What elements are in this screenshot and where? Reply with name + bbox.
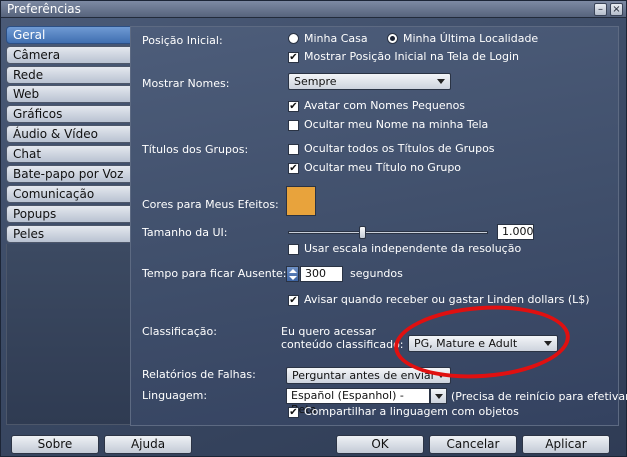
chevron-down-icon <box>437 79 445 84</box>
compartilhar-linguagem-checkbox[interactable]: ✔ <box>288 407 299 418</box>
ocultar-todos-titulos-checkbox[interactable] <box>288 144 299 155</box>
radio-ultima-localidade[interactable] <box>387 33 398 44</box>
avisar-linden-label: Avisar quando receber ou gastar Linden d… <box>304 293 590 306</box>
classificacao-text-1: Eu quero acessar <box>281 325 376 338</box>
preferences-window: Preferências – × Geral Câmera Rede Web G… <box>0 0 627 457</box>
ui-size-slider-handle[interactable] <box>359 226 366 239</box>
tempo-ausente-unit: segundos <box>350 267 403 280</box>
classificacao-label: Classificação: <box>142 325 217 338</box>
avisar-linden-checkbox[interactable]: ✔ <box>288 295 299 306</box>
mostrar-posicao-checkbox[interactable]: ✔ <box>288 52 299 63</box>
title-bar[interactable]: Preferências – × <box>1 1 626 18</box>
tab-comunicacao[interactable]: Comunicação <box>6 185 131 203</box>
tab-graficos[interactable]: Gráficos <box>6 105 131 123</box>
tab-audio-video[interactable]: Áudio & Vídeo <box>6 125 131 143</box>
window-title: Preferências <box>7 2 81 16</box>
titulos-grupos-label: Títulos dos Grupos: <box>142 143 249 156</box>
ocultar-todos-titulos-label: Ocultar todos os Títulos de Grupos <box>304 142 495 155</box>
linguagem-note: (Precisa de reinício para efetivar) <box>451 390 627 403</box>
compartilhar-linguagem-label: Compartilhar a linguagem com objetos <box>304 405 519 418</box>
ajuda-button[interactable]: Ajuda <box>104 435 192 454</box>
tab-rede[interactable]: Rede <box>6 66 131 84</box>
tab-web[interactable]: Web <box>6 85 131 103</box>
sobre-button[interactable]: Sobre <box>11 435 99 454</box>
tab-popups[interactable]: Popups <box>6 205 131 223</box>
avatar-nomes-pequenos-checkbox[interactable]: ✔ <box>288 101 299 112</box>
close-button[interactable]: × <box>610 3 623 16</box>
escala-independente-checkbox[interactable] <box>288 244 299 255</box>
ocultar-nome-label: Ocultar meu Nome na minha Tela <box>304 118 489 131</box>
classificacao-text-2: conteúdo classificado: <box>281 338 404 351</box>
tempo-ausente-field[interactable]: 300 <box>300 266 343 282</box>
aplicar-button[interactable]: Aplicar <box>522 435 610 454</box>
escala-independente-label: Usar escala independente da resolução <box>304 242 522 255</box>
ui-size-slider-track[interactable] <box>288 231 488 234</box>
tempo-ausente-label: Tempo para ficar Ausente: <box>142 267 287 280</box>
tab-bate-papo-voz[interactable]: Bate-papo por Voz <box>6 165 131 183</box>
mostrar-posicao-label: Mostrar Posição Inicial na Tela de Login <box>304 50 520 63</box>
relatorios-value: Perguntar antes de enviar <box>292 369 436 382</box>
linguagem-field[interactable]: Español (Espanhol) - Beta <box>286 388 430 416</box>
avatar-nomes-pequenos-label: Avatar com Nomes Pequenos <box>304 99 466 112</box>
tamanho-ui-label: Tamanho da UI: <box>142 226 228 239</box>
tab-geral[interactable]: Geral <box>6 26 131 44</box>
radio-minha-casa-label: Minha Casa <box>304 32 368 45</box>
mostrar-nomes-label: Mostrar Nomes: <box>142 77 230 90</box>
cancelar-button[interactable]: Cancelar <box>429 435 517 454</box>
ok-button[interactable]: OK <box>336 435 424 454</box>
radio-minha-casa[interactable] <box>288 33 299 44</box>
mostrar-nomes-dropdown[interactable]: Sempre <box>288 73 451 90</box>
ui-size-value-field[interactable]: 1.000 <box>497 224 534 240</box>
ocultar-meu-titulo-label: Ocultar meu Título no Grupo <box>304 161 462 174</box>
cores-efeitos-label: Cores para Meus Efeitos: <box>142 198 279 211</box>
ocultar-nome-checkbox[interactable] <box>288 120 299 131</box>
relatorios-label: Relatórios de Falhas: <box>142 368 256 381</box>
radio-ultima-localidade-label: Minha Última Localidade <box>403 32 539 45</box>
mostrar-nomes-value: Sempre <box>294 75 337 88</box>
tab-peles[interactable]: Peles <box>6 225 131 243</box>
posicao-inicial-label: Posição Inicial: <box>142 34 223 47</box>
linguagem-label: Linguagem: <box>142 389 208 402</box>
effect-color-swatch[interactable] <box>286 186 316 216</box>
general-settings-panel: Posição Inicial: Minha Casa Minha Última… <box>130 26 627 426</box>
tab-chat[interactable]: Chat <box>6 145 131 163</box>
ocultar-meu-titulo-checkbox[interactable]: ✔ <box>288 163 299 174</box>
tab-camera[interactable]: Câmera <box>6 46 131 64</box>
minimize-button[interactable]: – <box>594 3 607 16</box>
linguagem-dropdown-button[interactable] <box>430 388 447 404</box>
sidebar-empty-area <box>6 244 131 425</box>
tempo-ausente-spinner[interactable] <box>286 266 299 282</box>
